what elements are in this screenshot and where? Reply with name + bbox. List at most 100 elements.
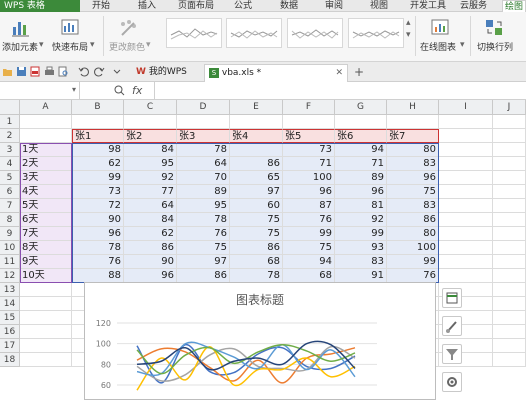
menu-data[interactable]: 数据 [280, 0, 298, 12]
column-header[interactable]: G [335, 100, 387, 115]
chart-filter-button[interactable] [442, 344, 462, 364]
online-chart-icon[interactable] [430, 18, 452, 38]
add-element-button[interactable]: 添加元素 [2, 40, 38, 53]
quick-layout-button[interactable]: 快速布局 [52, 40, 88, 53]
empty-cell[interactable] [230, 115, 283, 129]
menu-insert[interactable]: 插入 [138, 0, 156, 12]
row-header[interactable]: 17 [0, 339, 20, 353]
name-box[interactable] [0, 82, 80, 99]
row-header[interactable]: 4 [0, 157, 20, 171]
quick-layout-dropdown-icon[interactable]: ▾ [90, 40, 95, 50]
row-header[interactable]: 5 [0, 171, 20, 185]
chart-settings-button[interactable] [442, 372, 462, 392]
empty-cell[interactable] [493, 255, 526, 269]
empty-cell[interactable] [177, 115, 230, 129]
header-cell[interactable]: 张3 [177, 129, 230, 143]
empty-cell[interactable] [20, 353, 72, 367]
header-cell[interactable]: 张1 [72, 129, 124, 143]
redo-icon[interactable] [94, 66, 105, 77]
empty-cell[interactable] [493, 241, 526, 255]
column-header[interactable]: F [283, 100, 335, 115]
empty-cell[interactable] [439, 143, 493, 157]
row-header[interactable]: 14 [0, 297, 20, 311]
menu-review[interactable]: 审阅 [325, 0, 343, 12]
row-header[interactable]: 7 [0, 199, 20, 213]
column-header[interactable]: A [20, 100, 72, 115]
empty-cell[interactable] [493, 325, 526, 339]
header-cell[interactable]: 张4 [230, 129, 283, 143]
change-color-dropdown-icon[interactable]: ▾ [146, 40, 151, 50]
empty-cell[interactable] [20, 297, 72, 311]
empty-cell[interactable] [493, 157, 526, 171]
menu-draw[interactable]: 绘图 [502, 0, 526, 12]
menu-formula[interactable]: 公式 [234, 0, 252, 12]
column-header[interactable]: B [72, 100, 124, 115]
chart-style-2[interactable] [226, 18, 282, 48]
name-box-dropdown-icon[interactable]: ▾ [72, 85, 76, 94]
column-header[interactable]: H [387, 100, 439, 115]
row-header[interactable]: 9 [0, 227, 20, 241]
empty-cell[interactable] [439, 185, 493, 199]
chart-elements-button[interactable] [442, 288, 462, 308]
select-all-corner[interactable] [0, 100, 20, 115]
switch-row-col-icon[interactable] [484, 18, 506, 38]
empty-cell[interactable] [439, 157, 493, 171]
row-header[interactable]: 12 [0, 269, 20, 283]
empty-cell[interactable] [20, 129, 72, 143]
empty-cell[interactable] [493, 283, 526, 297]
gallery-scroll-icon[interactable]: ▴ [406, 18, 411, 28]
change-color-button[interactable]: 更改颜色 [109, 40, 145, 53]
empty-cell[interactable] [439, 199, 493, 213]
row-header[interactable]: 6 [0, 185, 20, 199]
empty-cell[interactable] [493, 297, 526, 311]
empty-cell[interactable] [20, 311, 72, 325]
empty-cell[interactable] [439, 171, 493, 185]
empty-cell[interactable] [335, 115, 387, 129]
column-header[interactable]: I [439, 100, 493, 115]
tab-home[interactable]: W 我的WPS [132, 64, 202, 82]
add-element-icon[interactable] [10, 18, 32, 38]
menu-home[interactable]: 开始 [92, 0, 110, 12]
save-icon[interactable] [16, 66, 27, 77]
empty-cell[interactable] [387, 115, 439, 129]
header-cell[interactable]: 张2 [124, 129, 177, 143]
empty-cell[interactable] [439, 115, 493, 129]
print-preview-icon[interactable] [58, 66, 69, 77]
empty-cell[interactable] [72, 115, 124, 129]
chart-style-3[interactable] [287, 18, 343, 48]
empty-cell[interactable] [439, 213, 493, 227]
column-header[interactable]: J [493, 100, 526, 115]
chart-style-button[interactable] [442, 316, 462, 336]
new-tab-button[interactable]: + [354, 64, 364, 82]
column-header[interactable]: D [177, 100, 230, 115]
row-header[interactable]: 16 [0, 325, 20, 339]
empty-cell[interactable] [439, 255, 493, 269]
quick-access-dropdown-icon[interactable] [112, 66, 123, 77]
zoom-formula-icon[interactable] [114, 85, 125, 96]
line-chart[interactable]: 图表标题 120 100 80 60 [84, 282, 436, 400]
empty-cell[interactable] [493, 311, 526, 325]
switch-row-col-button[interactable]: 切换行列 [477, 40, 513, 53]
empty-cell[interactable] [493, 185, 526, 199]
empty-cell[interactable] [493, 129, 526, 143]
chart-plot-area[interactable]: 120 100 80 60 [85, 283, 435, 399]
close-tab-icon[interactable]: ✕ [335, 65, 343, 81]
chart-style-1[interactable] [166, 18, 222, 48]
empty-cell[interactable] [439, 241, 493, 255]
online-chart-button[interactable]: 在线图表 [420, 40, 456, 53]
empty-cell[interactable] [20, 115, 72, 129]
empty-cell[interactable] [20, 325, 72, 339]
column-header[interactable]: E [230, 100, 283, 115]
empty-cell[interactable] [493, 143, 526, 157]
row-header[interactable]: 3 [0, 143, 20, 157]
empty-cell[interactable] [493, 115, 526, 129]
tab-vba-xls[interactable]: S vba.xls * ✕ [204, 64, 348, 82]
column-header[interactable]: C [124, 100, 177, 115]
empty-cell[interactable] [439, 129, 493, 143]
empty-cell[interactable] [493, 171, 526, 185]
empty-cell[interactable] [439, 269, 493, 283]
empty-cell[interactable] [283, 115, 335, 129]
quick-layout-icon[interactable] [60, 18, 82, 38]
app-title[interactable]: WPS 表格 [0, 0, 80, 12]
empty-cell[interactable] [493, 353, 526, 367]
